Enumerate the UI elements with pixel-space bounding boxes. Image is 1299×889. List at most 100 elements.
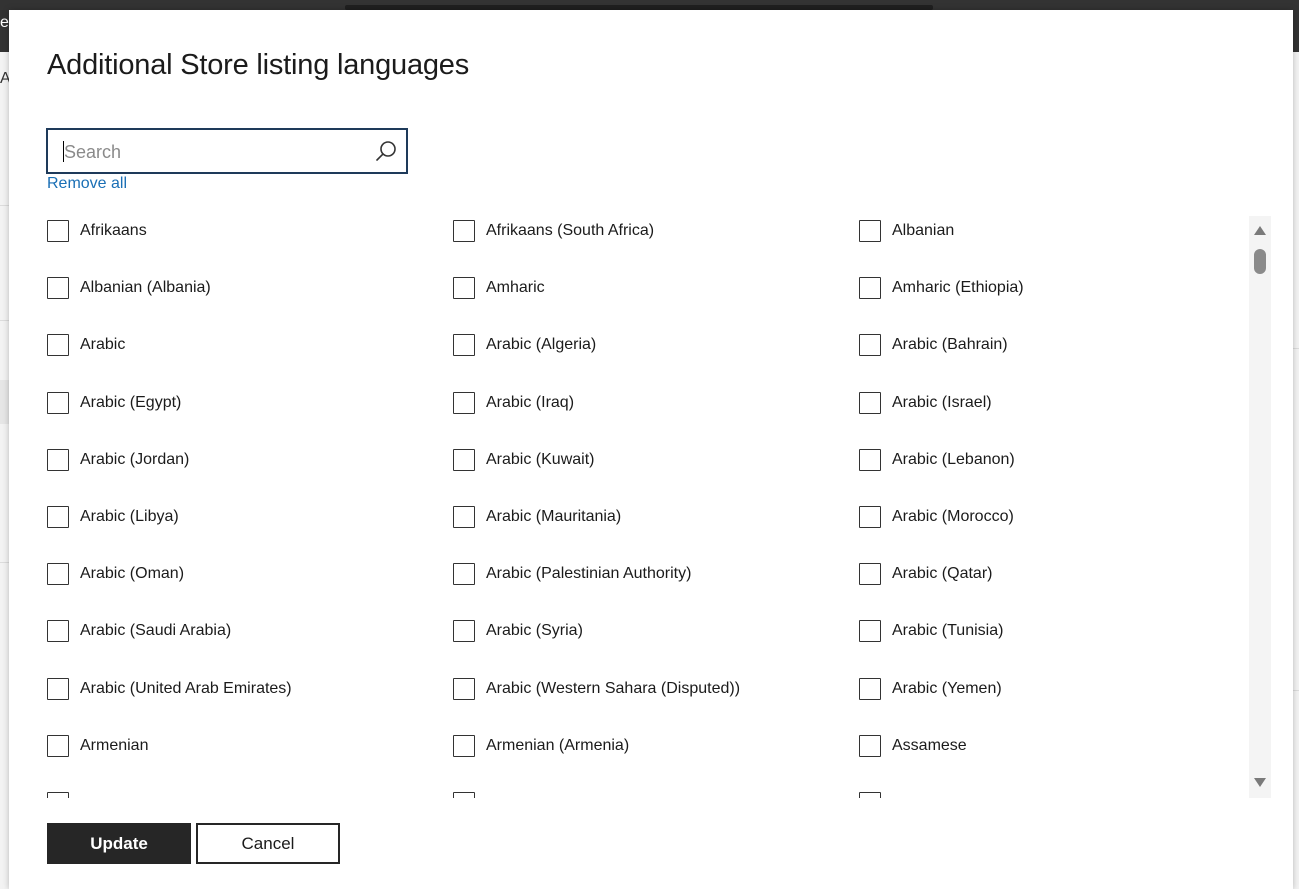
language-label: Arabic (Egypt) <box>80 393 182 411</box>
text-cursor <box>63 141 64 162</box>
background-right-topbar <box>1293 0 1299 52</box>
language-option[interactable]: Arabic (United Arab Emirates) <box>47 677 453 734</box>
language-checkbox[interactable] <box>859 334 881 357</box>
language-option[interactable]: Arabic (Bahrain) <box>859 333 1249 390</box>
scroll-thumb[interactable] <box>1254 249 1266 274</box>
language-option[interactable]: Arabic (Libya) <box>47 505 453 562</box>
remove-all-link[interactable]: Remove all <box>47 175 127 193</box>
language-checkbox[interactable] <box>453 448 475 471</box>
language-label: Arabic (Algeria) <box>486 336 597 354</box>
language-checkbox[interactable] <box>47 563 69 586</box>
language-checkbox[interactable] <box>453 277 475 300</box>
language-option[interactable]: Arabic (Yemen) <box>859 677 1249 734</box>
language-option[interactable]: Arabic (Algeria) <box>453 333 859 390</box>
language-checkbox[interactable] <box>453 391 475 414</box>
language-option[interactable]: Afrikaans <box>47 219 453 276</box>
language-option[interactable]: Arabic (Israel) <box>859 391 1249 448</box>
language-checkbox[interactable] <box>859 391 881 414</box>
language-label: Arabic (Oman) <box>80 565 185 583</box>
language-option[interactable]: Amharic <box>453 276 859 333</box>
language-checkbox[interactable] <box>859 563 881 586</box>
background-divider <box>1293 348 1299 349</box>
language-option[interactable]: Arabic (Morocco) <box>859 505 1249 562</box>
language-checkbox[interactable] <box>859 734 881 757</box>
language-label: Arabic (United Arab Emirates) <box>80 679 292 697</box>
language-checkbox[interactable] <box>47 734 69 757</box>
background-divider <box>0 562 9 563</box>
language-grid: Afrikaans Afrikaans (South Africa) Albania… <box>47 219 1249 798</box>
language-checkbox[interactable] <box>47 505 69 528</box>
background-divider <box>0 205 9 206</box>
language-label: Armenian <box>80 736 149 754</box>
language-checkbox[interactable] <box>453 734 475 757</box>
language-option[interactable]: Arabic (Kuwait) <box>453 448 859 505</box>
language-checkbox[interactable] <box>453 620 475 643</box>
language-option[interactable]: Arabic (Oman) <box>47 562 453 619</box>
language-option[interactable] <box>47 791 453 798</box>
language-label: Albanian (Albania) <box>80 279 211 297</box>
language-option[interactable]: Albanian <box>859 219 1249 276</box>
language-option[interactable]: Arabic (Qatar) <box>859 562 1249 619</box>
language-checkbox[interactable] <box>47 791 69 798</box>
language-checkbox[interactable] <box>859 620 881 643</box>
language-checkbox[interactable] <box>453 220 475 242</box>
language-checkbox[interactable] <box>859 791 881 798</box>
language-label: Arabic (Israel) <box>892 393 992 411</box>
language-checkbox[interactable] <box>47 220 69 242</box>
language-checkbox[interactable] <box>47 620 69 643</box>
caret-down-icon[interactable] <box>1254 778 1266 787</box>
language-option[interactable]: Assamese <box>859 734 1249 791</box>
language-label: Arabic (Yemen) <box>892 679 1002 697</box>
language-label: Arabic (Jordan) <box>80 450 190 468</box>
background-divider <box>0 320 9 321</box>
caret-up-icon[interactable] <box>1254 226 1266 235</box>
language-option[interactable]: Armenian <box>47 734 453 791</box>
language-checkbox[interactable] <box>859 505 881 528</box>
language-label: Arabic (Palestinian Authority) <box>486 565 692 583</box>
language-checkbox[interactable] <box>47 391 69 414</box>
language-option[interactable]: Arabic (Iraq) <box>453 391 859 448</box>
language-option[interactable]: Arabic (Saudi Arabia) <box>47 619 453 676</box>
language-option[interactable]: Arabic (Western Sahara (Disputed)) <box>453 677 859 734</box>
language-option[interactable]: Afrikaans (South Africa) <box>453 219 859 276</box>
language-label: Armenian (Armenia) <box>486 736 630 754</box>
language-checkbox[interactable] <box>47 677 69 700</box>
languages-dialog: Additional Store listing languages Remov… <box>9 10 1293 889</box>
search-input[interactable] <box>62 130 366 174</box>
language-option[interactable]: Arabic (Jordan) <box>47 448 453 505</box>
search-icon[interactable] <box>374 139 398 163</box>
language-option[interactable]: Arabic (Palestinian Authority) <box>453 562 859 619</box>
language-label: Arabic (Lebanon) <box>892 450 1015 468</box>
language-label: Amharic <box>486 279 545 297</box>
language-option[interactable]: Arabic (Egypt) <box>47 391 453 448</box>
language-option[interactable]: Amharic (Ethiopia) <box>859 276 1249 333</box>
language-option[interactable] <box>453 791 859 798</box>
language-label: Arabic (Syria) <box>486 622 583 640</box>
language-option[interactable]: Albanian (Albania) <box>47 276 453 333</box>
language-checkbox[interactable] <box>859 448 881 471</box>
language-label: Arabic (Morocco) <box>892 507 1014 525</box>
language-option[interactable] <box>859 791 1249 798</box>
language-checkbox[interactable] <box>47 277 69 300</box>
language-checkbox[interactable] <box>859 220 881 242</box>
language-option[interactable]: Arabic <box>47 333 453 390</box>
update-button[interactable]: Update <box>47 823 191 864</box>
language-checkbox[interactable] <box>859 677 881 700</box>
language-option[interactable]: Armenian (Armenia) <box>453 734 859 791</box>
language-checkbox[interactable] <box>453 677 475 700</box>
language-checkbox[interactable] <box>859 277 881 300</box>
cancel-button[interactable]: Cancel <box>196 823 340 864</box>
language-option[interactable]: Arabic (Tunisia) <box>859 619 1249 676</box>
language-checkbox[interactable] <box>453 505 475 528</box>
language-option[interactable]: Arabic (Syria) <box>453 619 859 676</box>
search-box[interactable] <box>46 128 408 174</box>
language-option[interactable]: Arabic (Mauritania) <box>453 505 859 562</box>
language-label: Arabic (Iraq) <box>486 393 575 411</box>
language-checkbox[interactable] <box>453 791 475 798</box>
list-scrollbar[interactable] <box>1249 216 1271 798</box>
language-checkbox[interactable] <box>453 334 475 357</box>
language-option[interactable]: Arabic (Lebanon) <box>859 448 1249 505</box>
language-checkbox[interactable] <box>47 448 69 471</box>
language-checkbox[interactable] <box>453 563 475 586</box>
language-checkbox[interactable] <box>47 334 69 357</box>
